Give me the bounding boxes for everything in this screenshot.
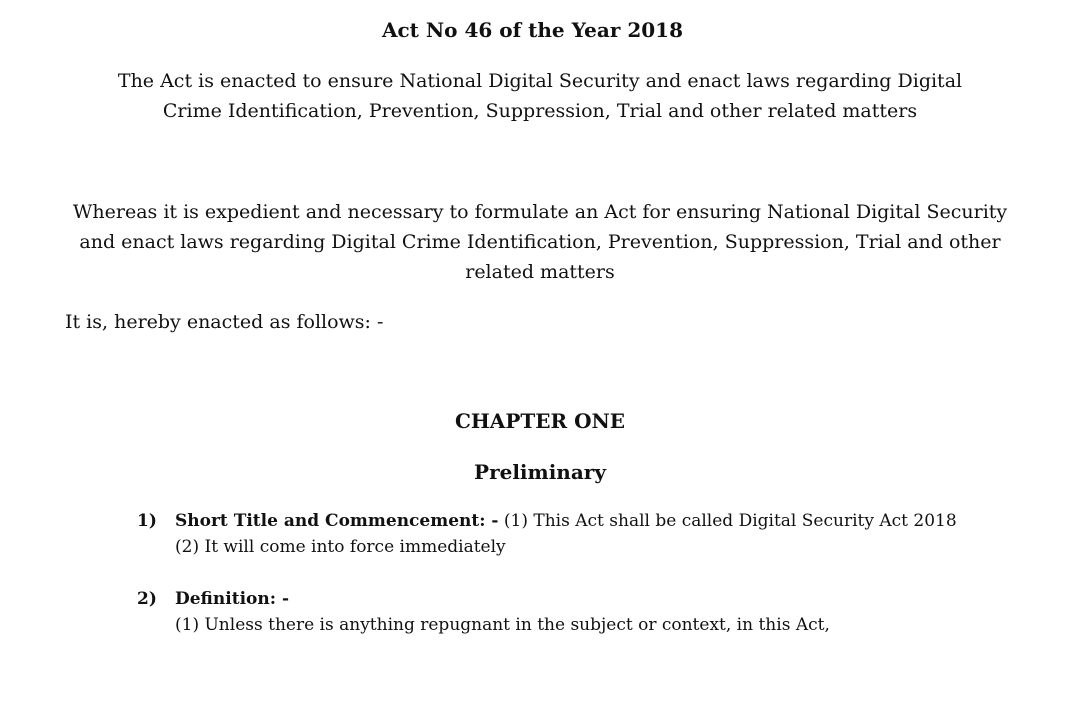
act-preamble: Whereas it is expedient and necessary to… xyxy=(72,201,1008,283)
section-subclause: (2) It will come into force immediately xyxy=(175,537,506,557)
chapter-subheading: Preliminary xyxy=(474,460,606,484)
section-1: 1) Short Title and Commencement: - (1) Th… xyxy=(137,508,957,560)
section-2-first-line: 2) Definition: - xyxy=(137,586,830,612)
act-subtitle: The Act is enacted to ensure National Di… xyxy=(117,70,963,122)
section-number: 1) xyxy=(137,511,157,531)
act-title: Act No 46 of the Year 2018 xyxy=(381,18,684,42)
section-1-first-line: 1) Short Title and Commencement: - (1) Th… xyxy=(137,508,957,534)
enactment-clause: It is, hereby enacted as follows: - xyxy=(65,311,384,333)
chapter-heading: CHAPTER ONE xyxy=(454,409,626,433)
section-heading: Definition: - xyxy=(175,589,289,609)
section-subclause: (1) Unless there is anything repugnant i… xyxy=(175,615,830,635)
section-2: 2) Definition: - (1) Unless there is anyt… xyxy=(137,586,830,638)
section-heading: Short Title and Commencement: - xyxy=(175,511,499,531)
document-page: Act No 46 of the Year 2018 The Act is en… xyxy=(0,0,1065,712)
section-text: (1) This Act shall be called Digital Sec… xyxy=(498,511,957,531)
section-number: 2) xyxy=(137,589,157,609)
